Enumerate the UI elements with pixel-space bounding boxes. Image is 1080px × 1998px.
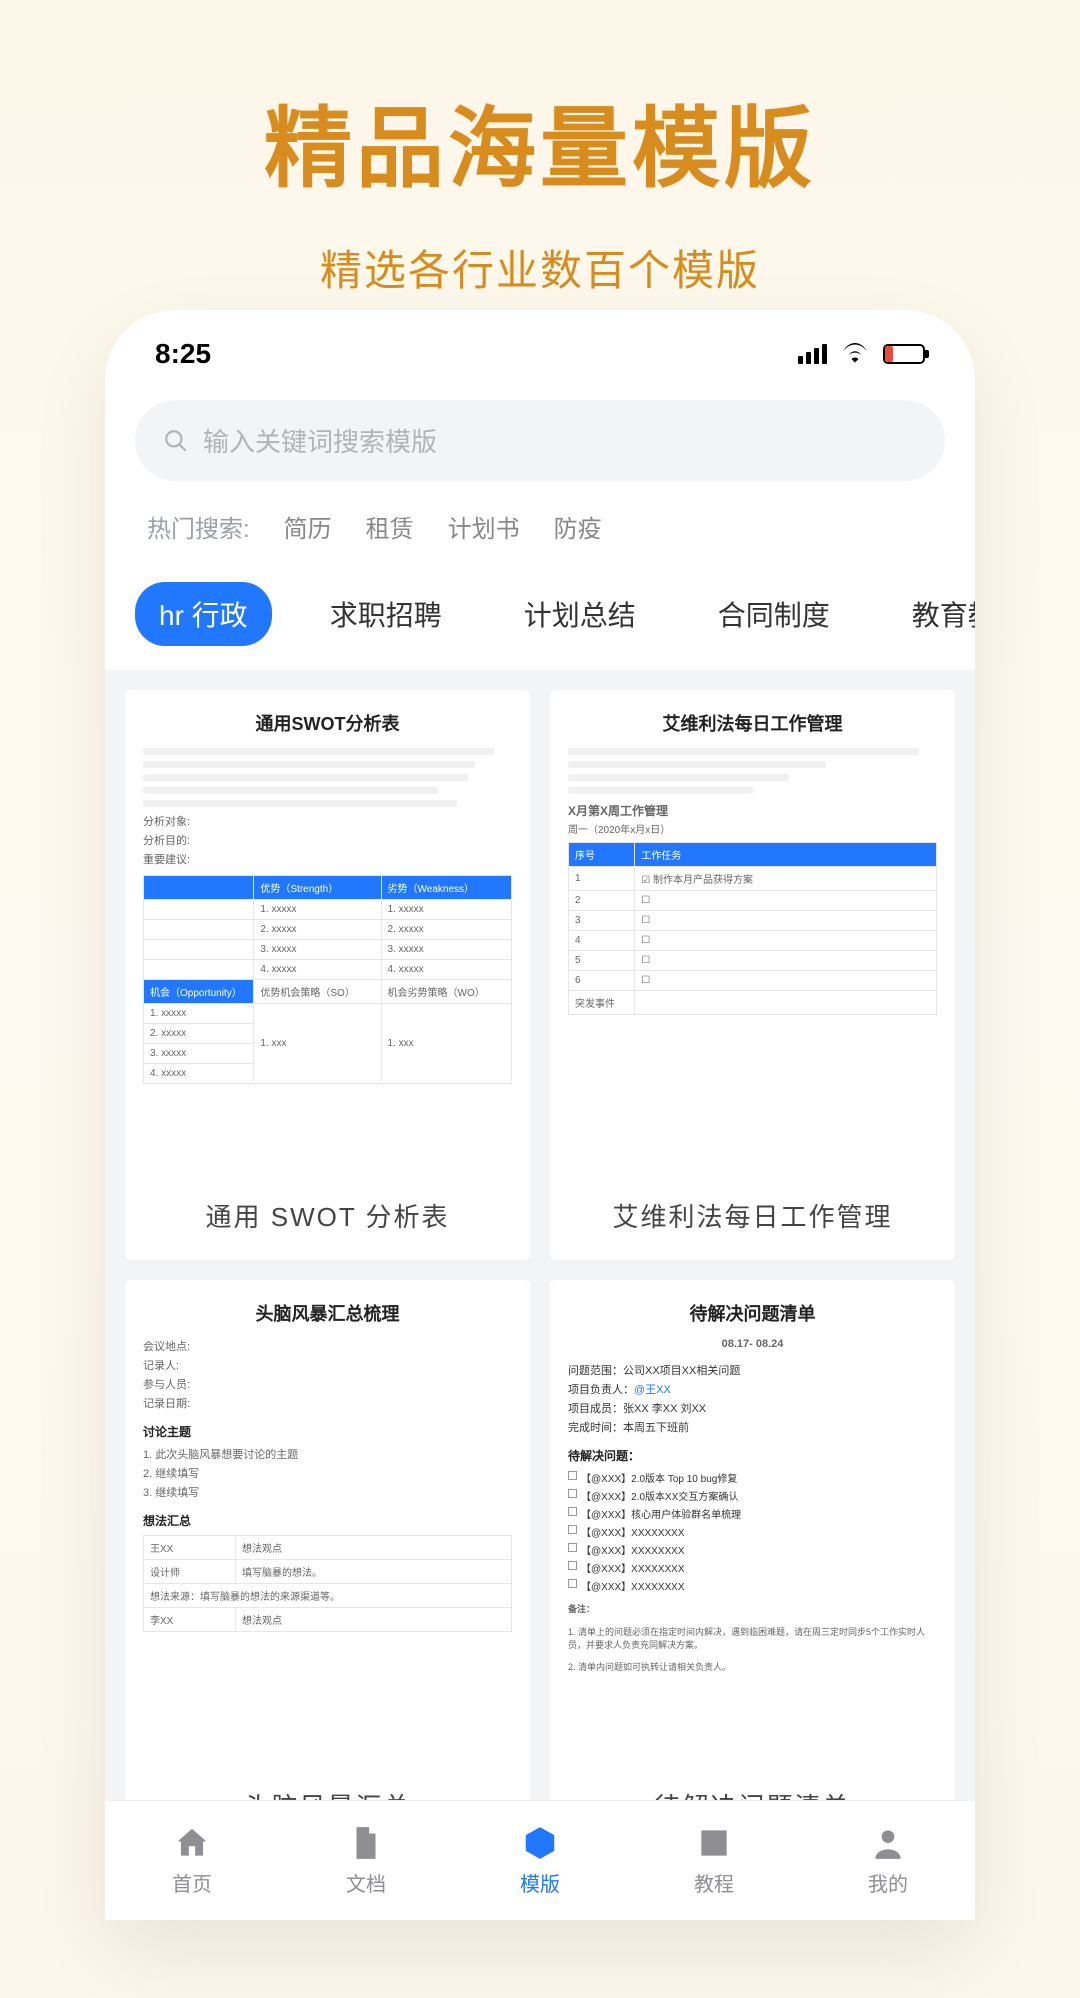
- card-inner-title: 头脑风暴汇总梳理: [143, 1300, 512, 1326]
- signal-icon: [798, 344, 827, 364]
- promo-title: 精品海量模版: [0, 78, 1080, 205]
- nav-docs[interactable]: 文档: [346, 1824, 386, 1897]
- hot-tag[interactable]: 租赁: [366, 509, 414, 544]
- hot-label: 热门搜索:: [147, 509, 250, 544]
- hot-tag[interactable]: 防疫: [554, 509, 602, 544]
- book-icon: [695, 1824, 733, 1862]
- nav-home[interactable]: 首页: [172, 1824, 212, 1897]
- category-tabs: hr 行政 求职招聘 计划总结 合同制度 教育教: [105, 564, 975, 670]
- hot-search-row: 热门搜索: 简历 租赁 计划书 防疫: [105, 481, 975, 564]
- tab-plan[interactable]: 计划总结: [500, 582, 660, 646]
- template-card-issues[interactable]: 待解决问题清单 08.17- 08.24 问题范围：公司XX项目XX相关问题 项…: [550, 1280, 955, 1850]
- home-icon: [173, 1824, 211, 1862]
- template-card-swot[interactable]: 通用SWOT分析表 分析对象: 分析目的: 重要建议: 优势（Strength）…: [125, 690, 530, 1260]
- card-inner-title: 通用SWOT分析表: [143, 710, 512, 736]
- card-caption: 通用 SWOT 分析表: [143, 1197, 512, 1234]
- wifi-icon: [841, 339, 869, 370]
- nav-tutorials[interactable]: 教程: [694, 1824, 734, 1897]
- phone-frame: 8:25 输入关键词搜索模版 热门搜索: 简历 租赁 计划书 防疫 hr 行政 …: [105, 310, 975, 1920]
- status-time: 8:25: [155, 338, 211, 370]
- template-card-brainstorm[interactable]: 头脑风暴汇总梳理 会议地点: 记录人: 参与人员: 记录日期: 讨论主题 1. …: [125, 1280, 530, 1850]
- tab-edu[interactable]: 教育教: [888, 582, 975, 646]
- tab-recruit[interactable]: 求职招聘: [306, 582, 466, 646]
- search-placeholder: 输入关键词搜索模版: [203, 422, 437, 459]
- search-icon: [163, 428, 189, 454]
- card-inner-title: 待解决问题清单: [568, 1300, 937, 1326]
- hot-tag[interactable]: 计划书: [448, 509, 520, 544]
- tab-hr[interactable]: hr 行政: [135, 582, 272, 646]
- hot-tag[interactable]: 简历: [284, 509, 332, 544]
- promo-subtitle: 精选各行业数百个模版: [0, 237, 1080, 298]
- template-card-ivy[interactable]: 艾维利法每日工作管理 X月第X周工作管理 周一（2020年x月x日） 序号工作任…: [550, 690, 955, 1260]
- card-caption: 艾维利法每日工作管理: [568, 1197, 937, 1234]
- nav-templates[interactable]: 模版: [520, 1824, 560, 1897]
- tab-contract[interactable]: 合同制度: [694, 582, 854, 646]
- template-grid: 通用SWOT分析表 分析对象: 分析目的: 重要建议: 优势（Strength）…: [105, 670, 975, 1870]
- bottom-nav: 首页 文档 模版 教程 我的: [105, 1800, 975, 1920]
- status-bar: 8:25: [105, 310, 975, 380]
- nav-profile[interactable]: 我的: [868, 1824, 908, 1897]
- document-icon: [347, 1824, 385, 1862]
- search-input[interactable]: 输入关键词搜索模版: [135, 400, 945, 481]
- battery-icon: [883, 344, 925, 364]
- card-inner-title: 艾维利法每日工作管理: [568, 710, 937, 736]
- person-icon: [869, 1824, 907, 1862]
- cube-icon: [521, 1824, 559, 1862]
